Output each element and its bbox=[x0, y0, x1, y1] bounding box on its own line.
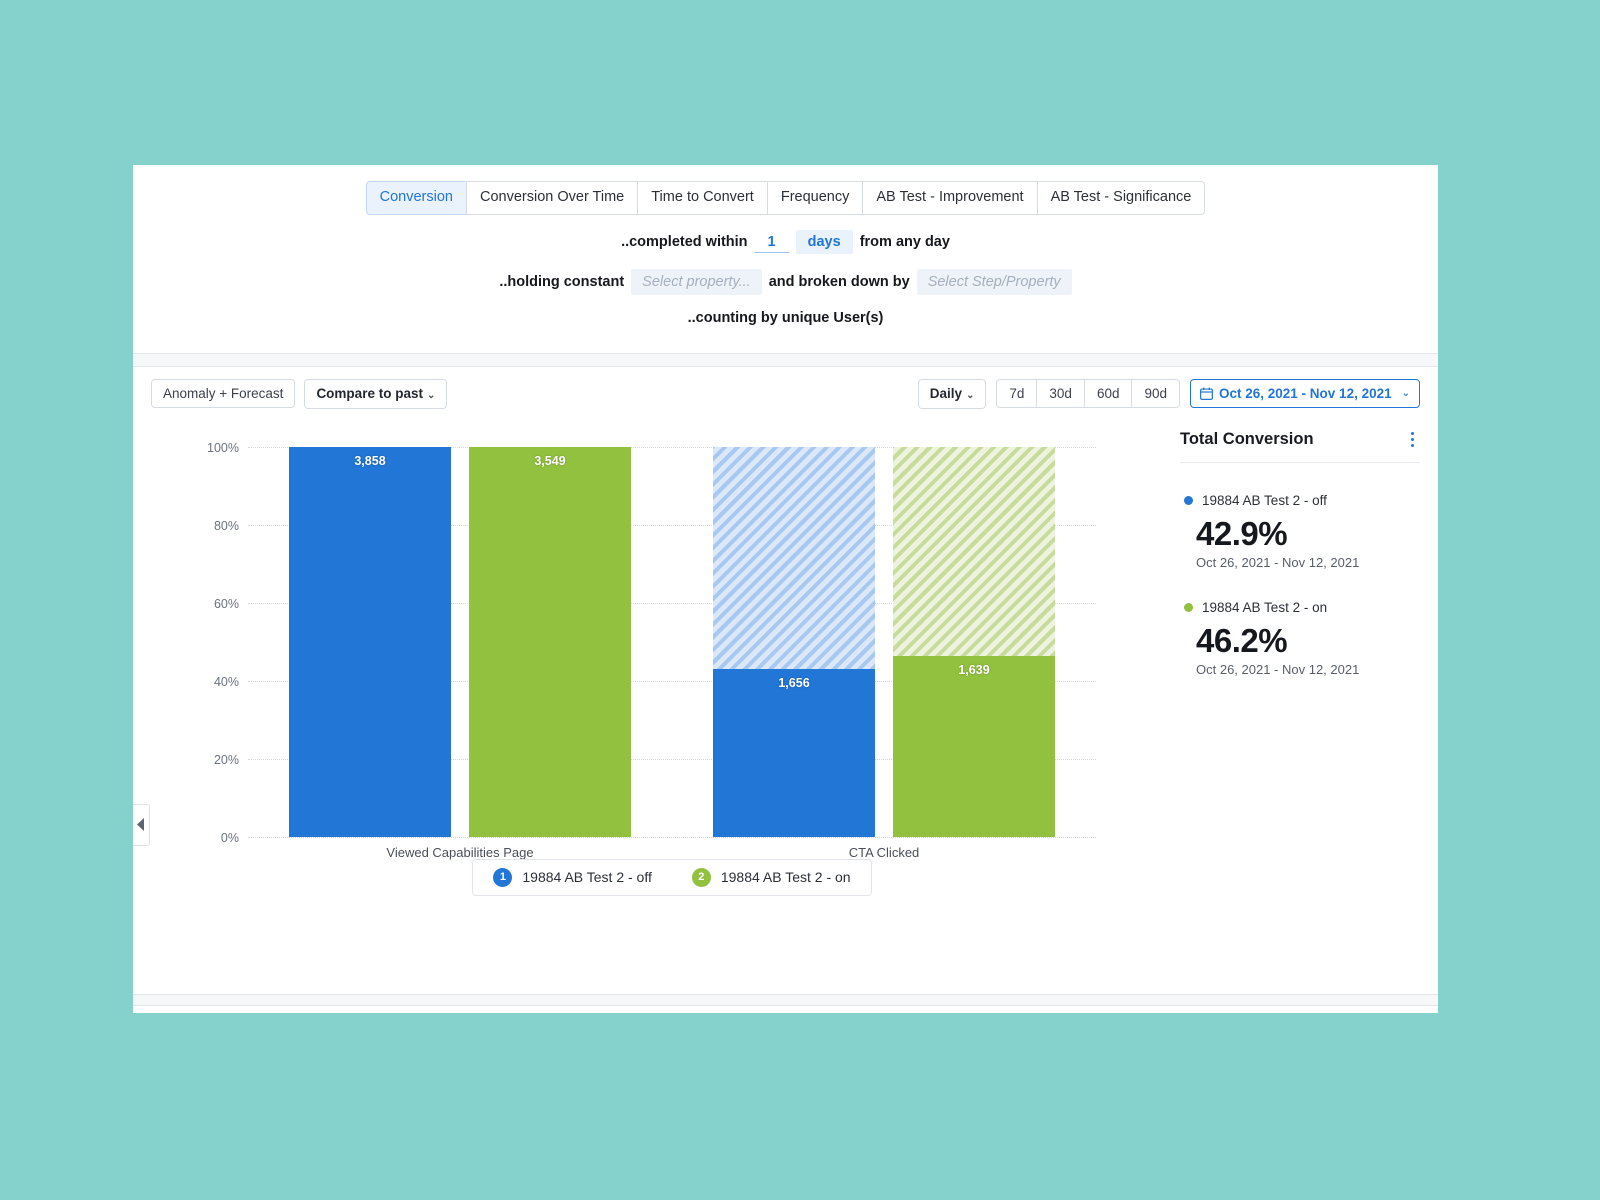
x-axis-category-label: Viewed Capabilities Page bbox=[386, 844, 534, 860]
interval-select[interactable]: Daily ⌄ bbox=[917, 378, 987, 409]
y-axis-tick-label: 20% bbox=[213, 752, 239, 767]
legend-label: 19884 AB Test 2 - off bbox=[522, 869, 652, 885]
bar-dropoff-segment bbox=[893, 446, 1055, 657]
chevron-down-icon: ⌄ bbox=[426, 389, 436, 401]
metric-card: 19884 AB Test 2 - on 46.2% Oct 26, 2021 … bbox=[1180, 600, 1420, 677]
metric-series-name: 19884 AB Test 2 - off bbox=[1202, 493, 1327, 508]
y-axis-tick-label: 0% bbox=[220, 830, 239, 845]
query-line-completed-within: ..completed within 1 days from any day bbox=[133, 229, 1438, 254]
bar-value-segment bbox=[713, 669, 875, 837]
y-axis-tick-label: 40% bbox=[213, 674, 239, 689]
range-60d[interactable]: 60d bbox=[1083, 378, 1132, 409]
anomaly-forecast-button[interactable]: Anomaly + Forecast bbox=[151, 378, 296, 409]
y-axis-tick-label: 60% bbox=[213, 596, 239, 611]
chart-toolbar: Anomaly + Forecast Compare to past ⌄ Dail… bbox=[133, 366, 1438, 419]
from-any-day-label: from any day bbox=[859, 233, 950, 250]
x-axis-category-label: CTA Clicked bbox=[848, 844, 920, 860]
bar-chart-plot: 0% 20% 40% 60% 80% 100% 3,858 3,549 Viewed Capab… bbox=[207, 441, 1096, 860]
series-color-dot bbox=[1184, 496, 1193, 505]
tab-conversion[interactable]: Conversion bbox=[365, 181, 466, 215]
compare-to-past-button[interactable]: Compare to past ⌄ bbox=[304, 378, 448, 409]
bar-value-segment bbox=[469, 446, 631, 837]
bar-value-label: 3,858 bbox=[354, 453, 386, 468]
tab-frequency[interactable]: Frequency bbox=[766, 181, 863, 215]
counting-by-label[interactable]: ..counting by unique User(s) bbox=[688, 310, 884, 326]
date-range-label: Oct 26, 2021 - Nov 12, 2021 bbox=[1219, 386, 1392, 401]
kebab-dot bbox=[1410, 437, 1414, 441]
chevron-left-icon bbox=[137, 818, 144, 831]
legend-badge: 2 bbox=[691, 867, 711, 887]
series-color-dot bbox=[1184, 603, 1193, 612]
chart-type-tabs: Conversion Conversion Over Time Time to … bbox=[133, 181, 1438, 215]
bar-value-segment bbox=[893, 656, 1055, 837]
plot-wrapper: 0% 20% 40% 60% 80% 100% 3,858 3,549 Viewed Capab… bbox=[133, 419, 1158, 994]
completed-within-label: ..completed within bbox=[621, 233, 748, 250]
range-90d[interactable]: 90d bbox=[1131, 378, 1180, 409]
summary-panel: Total Conversion 19884 AB Test 2 - off 4… bbox=[1158, 419, 1438, 994]
date-range-picker[interactable]: Oct 26, 2021 - Nov 12, 2021 ⌄ bbox=[1190, 379, 1420, 408]
range-30d[interactable]: 30d bbox=[1036, 378, 1084, 409]
within-unit-select[interactable]: days bbox=[795, 229, 853, 254]
query-panel: Conversion Conversion Over Time Time to … bbox=[133, 165, 1438, 340]
tab-ab-test-improvement[interactable]: AB Test - Improvement bbox=[862, 181, 1037, 215]
holding-constant-label: ..holding constant bbox=[499, 273, 625, 290]
breakdown-select[interactable]: Select Step/Property bbox=[916, 268, 1072, 295]
metric-date-range: Oct 26, 2021 - Nov 12, 2021 bbox=[1196, 662, 1360, 677]
chart-legend: 1 19884 AB Test 2 - off 2 19884 AB Test 2 -… bbox=[248, 858, 1096, 896]
chevron-down-icon: ⌄ bbox=[1401, 388, 1410, 399]
panel-gap-band bbox=[133, 353, 1438, 367]
summary-title: Total Conversion bbox=[1180, 429, 1314, 448]
metric-header: 19884 AB Test 2 - on bbox=[1184, 600, 1420, 615]
chart-area: 0% 20% 40% 60% 80% 100% 3,858 3,549 Viewed Capab… bbox=[133, 419, 1438, 994]
tab-ab-test-significance[interactable]: AB Test - Significance bbox=[1036, 181, 1206, 215]
y-axis-tick-label: 80% bbox=[213, 518, 239, 533]
metric-date-range: Oct 26, 2021 - Nov 12, 2021 bbox=[1196, 555, 1360, 570]
within-days-input[interactable]: 1 bbox=[754, 230, 789, 253]
metric-series-name: 19884 AB Test 2 - on bbox=[1202, 600, 1328, 615]
legend-box: 1 19884 AB Test 2 - off 2 19884 AB Test 2 -… bbox=[472, 858, 872, 896]
calendar-icon bbox=[1200, 387, 1213, 400]
tab-conversion-over-time[interactable]: Conversion Over Time bbox=[465, 181, 638, 215]
legend-item[interactable]: 1 19884 AB Test 2 - off bbox=[473, 867, 671, 887]
analytics-window: Conversion Conversion Over Time Time to … bbox=[133, 165, 1438, 1013]
summary-header: Total Conversion bbox=[1180, 429, 1421, 463]
query-line-counting-by: ..counting by unique User(s) bbox=[133, 310, 1438, 326]
gridline: 0% bbox=[221, 831, 1096, 845]
query-line-holding-constant: ..holding constant Select property... an… bbox=[133, 268, 1438, 295]
summary-options-button[interactable] bbox=[1405, 429, 1421, 451]
bar-value-segment bbox=[289, 446, 451, 837]
metric-value: 42.9% bbox=[1196, 515, 1288, 552]
bar-value-label: 1,656 bbox=[778, 676, 810, 691]
kebab-dot bbox=[1410, 431, 1414, 435]
holding-constant-select[interactable]: Select property... bbox=[631, 268, 762, 295]
legend-item[interactable]: 2 19884 AB Test 2 - on bbox=[672, 867, 871, 887]
metric-header: 19884 AB Test 2 - off bbox=[1184, 493, 1420, 508]
compare-to-past-label: Compare to past bbox=[316, 385, 423, 401]
legend-badge: 1 bbox=[493, 867, 513, 887]
chevron-down-icon: ⌄ bbox=[965, 389, 975, 401]
metric-card: 19884 AB Test 2 - off 42.9% Oct 26, 2021… bbox=[1180, 493, 1420, 570]
broken-down-by-label: and broken down by bbox=[768, 273, 910, 290]
quick-range-group: 7d 30d 60d 90d bbox=[996, 378, 1180, 409]
kebab-dot bbox=[1410, 443, 1414, 447]
legend-label: 19884 AB Test 2 - on bbox=[720, 869, 851, 885]
bar-value-label: 1,639 bbox=[958, 663, 990, 678]
tab-time-to-convert[interactable]: Time to Convert bbox=[637, 181, 767, 215]
range-7d[interactable]: 7d bbox=[996, 378, 1037, 409]
breakdown-toolbar: Breakdown showing top 2 Export CSV bbox=[133, 1005, 1438, 1013]
metric-value: 46.2% bbox=[1196, 622, 1288, 659]
breakdown-divider bbox=[133, 993, 1438, 1006]
bar-dropoff-segment bbox=[713, 446, 875, 670]
bar-value-label: 3,549 bbox=[534, 453, 566, 468]
collapse-panel-handle[interactable] bbox=[133, 803, 150, 846]
interval-label: Daily bbox=[929, 385, 962, 401]
y-axis-tick-label: 100% bbox=[207, 440, 239, 455]
